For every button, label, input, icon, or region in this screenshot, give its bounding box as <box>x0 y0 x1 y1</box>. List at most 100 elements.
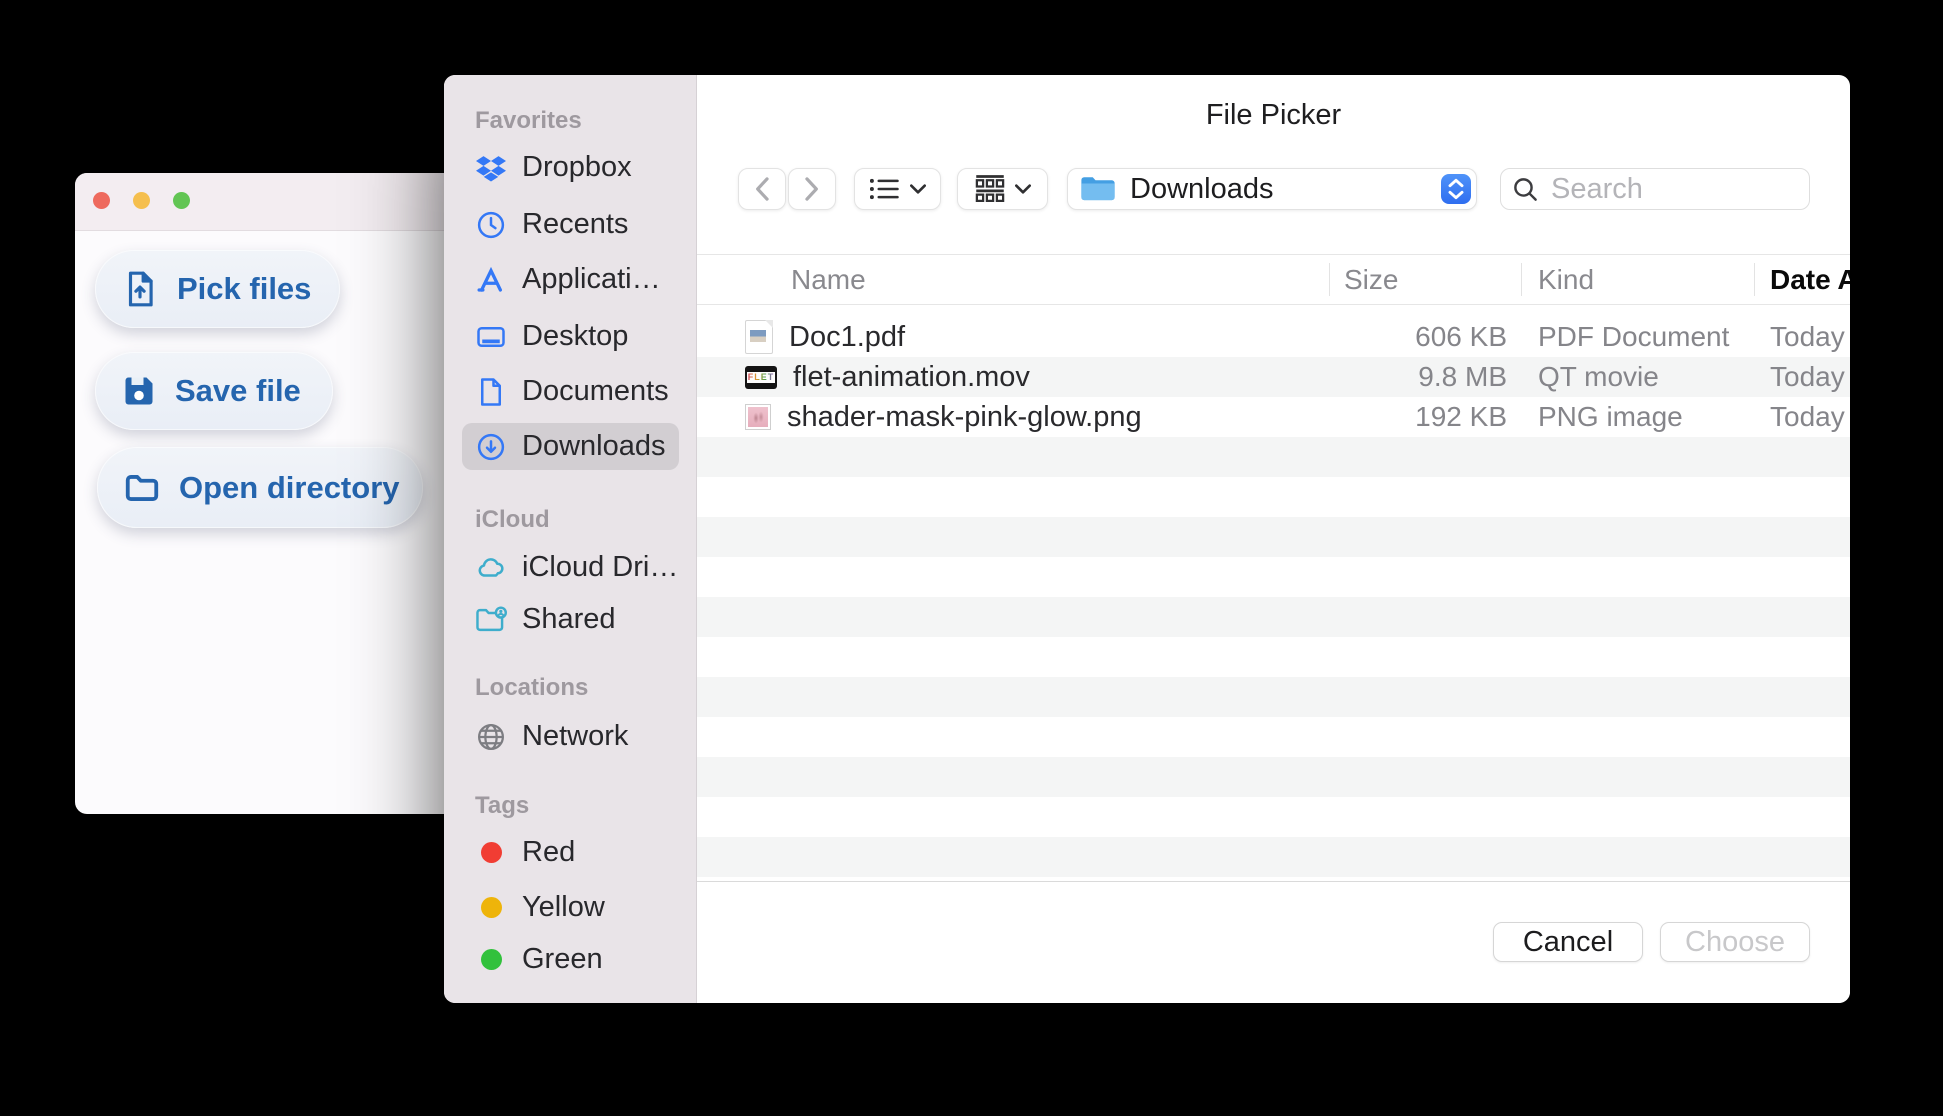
search-field[interactable] <box>1500 168 1810 210</box>
empty-row <box>697 797 1850 837</box>
chevron-left-icon <box>756 177 769 201</box>
empty-row <box>697 757 1850 797</box>
clock-icon <box>475 209 507 241</box>
sidebar-item-recents[interactable]: Recents <box>462 201 679 248</box>
column-divider <box>1329 263 1330 296</box>
file-date-added: Today <box>1770 401 1845 432</box>
empty-row <box>697 477 1850 517</box>
app-titlebar <box>75 173 496 231</box>
table-header: Name Size Kind Date Added <box>697 254 1850 305</box>
dialog-footer: Cancel Choose <box>697 881 1850 1003</box>
sidebar-item-tag-green[interactable]: Green <box>462 936 679 983</box>
sidebar: Favorites Dropbox Recents Applicati… Des… <box>444 75 697 1003</box>
minimize-window-button[interactable] <box>133 192 150 209</box>
column-header-date-added[interactable]: Date Added <box>1754 264 1850 296</box>
empty-row <box>697 437 1850 477</box>
desktop-canvas: { "app": { "buttons": [ { "label": "Pick… <box>0 0 1943 1116</box>
download-circle-icon <box>475 431 507 463</box>
green-tag-icon <box>475 944 507 976</box>
close-window-button[interactable] <box>93 192 110 209</box>
empty-row <box>697 677 1850 717</box>
sidebar-item-label: Applicati… <box>522 263 661 295</box>
file-name: flet-animation.mov <box>793 360 1030 393</box>
sidebar-item-network[interactable]: Network <box>462 713 679 760</box>
save-file-label: Save file <box>175 373 301 408</box>
location-label: Downloads <box>1130 172 1274 205</box>
search-icon <box>1514 177 1537 201</box>
sidebar-item-label: Network <box>522 720 629 752</box>
search-input[interactable] <box>1549 171 1809 207</box>
sidebar-item-label: Yellow <box>522 891 605 923</box>
list-view-button[interactable] <box>854 168 941 210</box>
column-header-size[interactable]: Size <box>1329 264 1521 296</box>
sidebar-section-tags: Tags <box>475 792 530 819</box>
column-divider <box>1521 263 1522 296</box>
zoom-window-button[interactable] <box>173 192 190 209</box>
file-picker-main: File Picker Downloads Search Name Size K… <box>697 75 1850 1003</box>
file-kind: QT movie <box>1538 361 1659 392</box>
sidebar-section-favorites: Favorites <box>475 107 582 134</box>
sidebar-section-icloud: iCloud <box>475 506 550 533</box>
empty-row <box>697 637 1850 677</box>
app-store-icon <box>475 264 507 296</box>
cancel-button[interactable]: Cancel <box>1493 922 1643 962</box>
sidebar-item-label: iCloud Dri… <box>522 551 679 583</box>
sidebar-item-label: Desktop <box>522 320 629 352</box>
save-file-button[interactable]: Save file <box>95 352 333 430</box>
dialog-title: File Picker <box>1205 99 1342 131</box>
sidebar-item-documents[interactable]: Documents <box>462 368 679 415</box>
folder-icon <box>123 469 161 507</box>
sidebar-item-tag-yellow[interactable]: Yellow <box>462 884 679 931</box>
sidebar-item-downloads[interactable]: Downloads <box>462 423 679 470</box>
sidebar-section-locations: Locations <box>475 674 589 701</box>
open-directory-label: Open directory <box>179 469 400 505</box>
file-date-added: Today <box>1770 361 1845 392</box>
column-header-name[interactable]: Name <box>697 264 1329 296</box>
file-row-shader-mask-pink-glow-png[interactable]: shader-mask-pink-glow.png 192 KB PNG ima… <box>697 397 1850 437</box>
sidebar-item-icloud-drive[interactable]: iCloud Dri… <box>462 544 679 591</box>
pdf-thumbnail-icon <box>745 320 773 354</box>
pick-files-button[interactable]: Pick files <box>95 250 340 328</box>
list-view-icon <box>869 178 899 200</box>
sidebar-item-applications[interactable]: Applicati… <box>462 256 679 303</box>
red-tag-icon <box>475 837 507 869</box>
sidebar-item-dropbox[interactable]: Dropbox <box>462 144 679 191</box>
chevron-down-icon <box>1014 184 1031 194</box>
file-name: shader-mask-pink-glow.png <box>787 400 1142 433</box>
group-view-button[interactable] <box>957 168 1048 210</box>
file-size: 606 KB <box>1415 321 1507 352</box>
empty-row <box>697 517 1850 557</box>
sidebar-item-label: Red <box>522 836 576 868</box>
location-popup-button[interactable]: Downloads <box>1067 168 1477 210</box>
column-header-kind[interactable]: Kind <box>1521 264 1754 296</box>
file-size: 192 KB <box>1415 401 1507 432</box>
file-list: Doc1.pdf 606 KB PDF Document Today FLET … <box>697 305 1850 882</box>
file-date-added: Today <box>1770 321 1845 352</box>
group-view-icon <box>975 175 1004 202</box>
column-divider <box>1754 263 1755 296</box>
sidebar-item-label: Documents <box>522 375 669 407</box>
empty-row <box>697 717 1850 757</box>
file-row-doc1-pdf[interactable]: Doc1.pdf 606 KB PDF Document Today <box>697 317 1850 357</box>
back-button[interactable] <box>738 168 786 210</box>
sidebar-item-label: Shared <box>522 603 616 635</box>
shared-folder-icon <box>475 604 507 636</box>
chevron-down-icon <box>909 184 926 194</box>
choose-button[interactable]: Choose <box>1660 922 1810 962</box>
sidebar-item-label: Recents <box>522 208 629 240</box>
image-thumbnail-icon <box>745 404 771 430</box>
sidebar-item-tag-red[interactable]: Red <box>462 829 679 876</box>
open-directory-button[interactable]: Open directory <box>97 447 423 528</box>
sidebar-item-desktop[interactable]: Desktop <box>462 313 679 360</box>
file-kind: PDF Document <box>1538 321 1730 352</box>
app-window: Pick files Save file Open directory <box>75 173 496 814</box>
sidebar-item-shared[interactable]: Shared <box>462 596 679 643</box>
sidebar-item-label: Dropbox <box>522 151 632 183</box>
dropbox-icon <box>475 152 507 184</box>
empty-row <box>697 557 1850 597</box>
forward-button[interactable] <box>788 168 836 210</box>
file-row-flet-animation-mov[interactable]: FLET flet-animation.mov 9.8 MB QT movie … <box>697 357 1850 397</box>
chevron-right-icon <box>805 177 818 201</box>
cloud-icon <box>475 552 507 584</box>
empty-row <box>697 597 1850 637</box>
